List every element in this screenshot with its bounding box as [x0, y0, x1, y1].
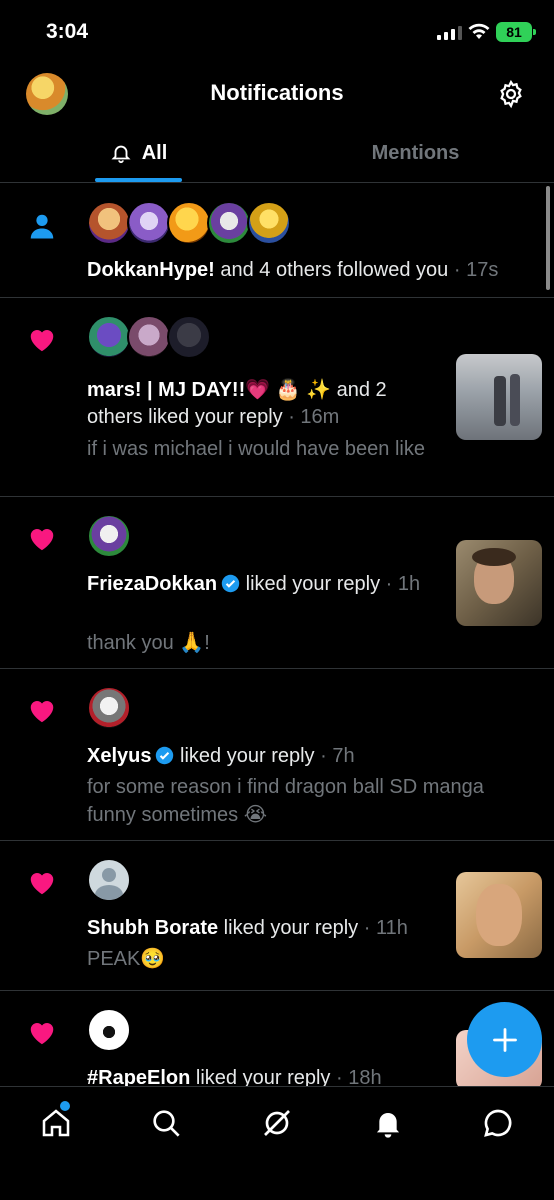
messages-icon [484, 1109, 512, 1137]
default-avatar[interactable] [87, 858, 131, 902]
notification-text: Xelyus liked your reply · 7h [87, 743, 537, 770]
media-thumbnail[interactable] [456, 872, 542, 958]
heart-icon [30, 330, 54, 352]
bell-icon [111, 145, 131, 164]
timestamp: · 18h [330, 1067, 382, 1086]
avatar[interactable] [87, 1008, 131, 1052]
tab-mentions[interactable]: Mentions [277, 124, 554, 182]
scrollbar[interactable] [546, 186, 550, 290]
avatar[interactable] [87, 201, 131, 245]
reply-snippet: PEAK🥹 [87, 948, 166, 970]
home-icon [42, 1109, 70, 1137]
media-thumbnail[interactable] [456, 540, 542, 626]
action-text: liked your reply [218, 917, 359, 939]
cellular-signal-icon [437, 26, 462, 40]
actor-name[interactable]: DokkanHype! [87, 259, 215, 281]
action-text: liked your reply [190, 1067, 331, 1086]
notification-text: FriezaDokkan liked your reply · 1h [87, 571, 442, 598]
liker-avatars [87, 686, 131, 730]
notification-text: mars! | MJ DAY!!💗 🎂 ✨ and 2 others liked… [87, 377, 442, 431]
avatar[interactable] [127, 315, 171, 359]
timestamp: · 16m [282, 406, 340, 428]
notification-text: Shubh Borate liked your reply · 11h [87, 915, 442, 942]
liker-avatars [87, 858, 131, 902]
notification-item[interactable]: mars! | MJ DAY!!💗 🎂 ✨ and 2 others liked… [0, 297, 554, 497]
actor-name[interactable]: #RapeElon [87, 1067, 190, 1086]
top-header: Notifications [0, 64, 554, 124]
notifications-list: DokkanHype! and 4 others followed you · … [0, 183, 554, 1086]
actor-name[interactable]: mars! | MJ DAY!!💗 🎂 ✨ [87, 379, 331, 401]
wifi-icon [468, 23, 490, 39]
grok-icon [264, 1110, 290, 1136]
avatar[interactable] [127, 201, 171, 245]
actor-name[interactable]: FriezaDokkan [87, 573, 217, 595]
avatar[interactable] [207, 201, 251, 245]
home-unread-dot [60, 1101, 70, 1111]
search-icon [153, 1110, 180, 1137]
status-bar: 3:04 81 [0, 0, 554, 64]
page-title: Notifications [210, 80, 344, 105]
nav-search[interactable] [146, 1103, 186, 1143]
notification-text: DokkanHype! and 4 others followed you · … [87, 257, 537, 284]
tab-all[interactable]: All [0, 124, 277, 182]
bottom-navigation [0, 1086, 554, 1200]
avatar[interactable] [167, 201, 211, 245]
action-text: and 4 others followed you [214, 259, 449, 281]
action-text: liked your reply [240, 573, 381, 595]
media-thumbnail[interactable] [456, 354, 542, 440]
heart-icon [30, 701, 54, 723]
active-tab-indicator [95, 178, 182, 182]
timestamp: · 17s [448, 259, 499, 281]
reply-snippet: thank you 🙏! [87, 632, 210, 654]
timestamp: · 1h [380, 573, 421, 595]
verified-badge-icon [156, 746, 174, 765]
liker-avatars [87, 1008, 131, 1052]
actor-name[interactable]: Xelyus [87, 745, 151, 767]
settings-gear-icon[interactable] [496, 79, 526, 109]
nav-notifications[interactable] [368, 1103, 408, 1143]
verified-badge-icon [221, 574, 240, 593]
battery-indicator: 81 [496, 22, 536, 42]
liker-avatars [87, 315, 211, 359]
notification-item[interactable]: Xelyus liked your reply · 7h for some re… [0, 668, 554, 841]
notification-item[interactable]: Shubh Borate liked your reply · 11h PEAK… [0, 840, 554, 991]
nav-messages[interactable] [478, 1103, 518, 1143]
avatar[interactable] [87, 514, 131, 558]
liker-avatars [87, 514, 131, 558]
avatar[interactable] [247, 201, 291, 245]
reply-snippet: if i was michael i would have been like [87, 438, 425, 460]
tab-mentions-label: Mentions [371, 141, 460, 164]
notification-tabs: All Mentions [0, 124, 554, 183]
timestamp: · 11h [358, 917, 408, 939]
follower-avatars [87, 201, 291, 245]
compose-button[interactable] [467, 1002, 542, 1077]
avatar[interactable] [167, 315, 211, 359]
actor-name[interactable]: Shubh Borate [87, 917, 218, 939]
nav-grok[interactable] [257, 1103, 297, 1143]
avatar[interactable] [87, 686, 131, 730]
person-icon [30, 214, 54, 239]
timestamp: · 7h [314, 745, 355, 767]
tab-all-label: All [141, 141, 168, 164]
avatar[interactable] [87, 315, 131, 359]
status-time: 3:04 [46, 20, 89, 43]
plus-icon [492, 1027, 517, 1052]
heart-icon [30, 529, 54, 551]
heart-icon [30, 1023, 54, 1045]
notifications-bell-icon [376, 1113, 400, 1138]
heart-icon [30, 873, 54, 895]
notification-item[interactable]: FriezaDokkan liked your reply · 1h thank… [0, 496, 554, 669]
action-text: liked your reply [174, 745, 315, 767]
reply-snippet: for some reason i find dragon ball SD ma… [87, 776, 484, 826]
nav-home[interactable] [36, 1103, 76, 1143]
notification-item[interactable]: DokkanHype! and 4 others followed you · … [0, 183, 554, 298]
